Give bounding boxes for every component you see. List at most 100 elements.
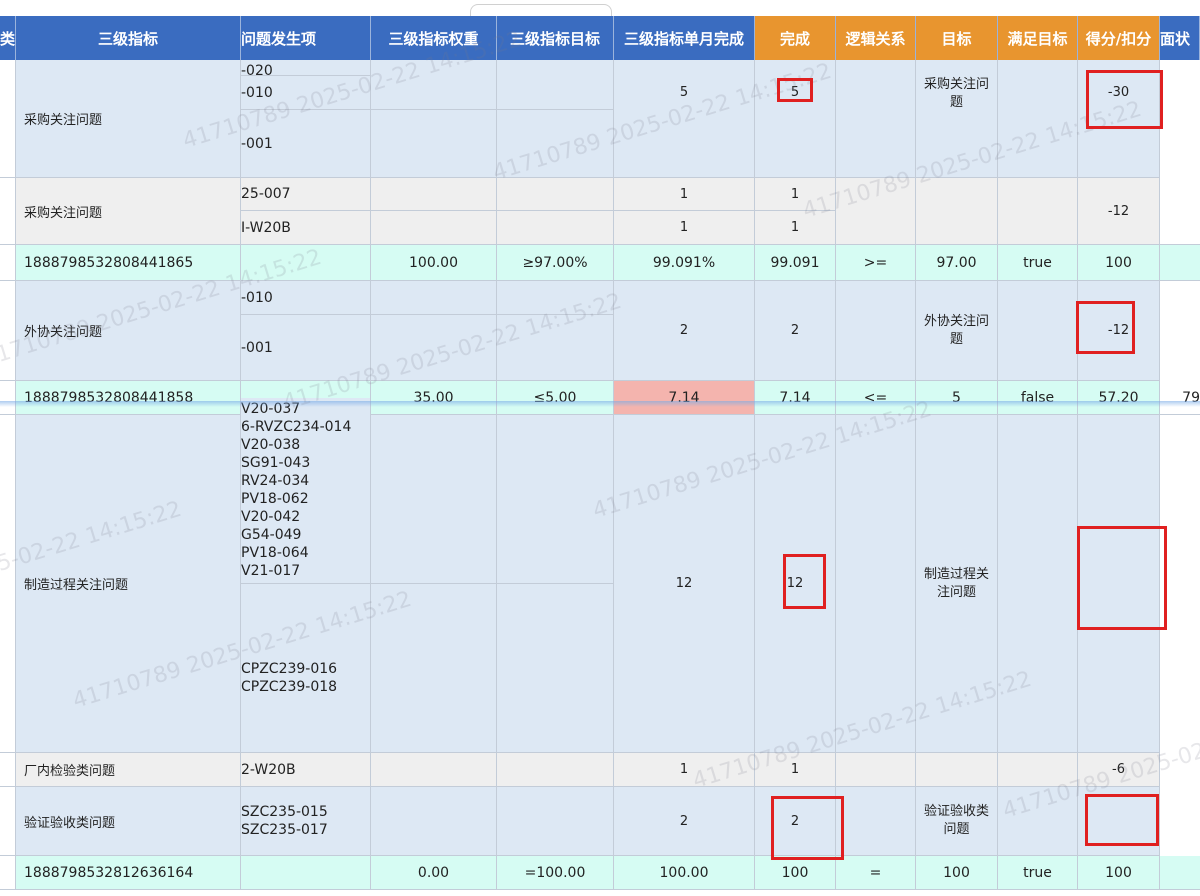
completion-cell[interactable]: 99.091	[755, 245, 836, 281]
meets-cell[interactable]: true	[998, 245, 1078, 281]
completion-cell[interactable]: 1	[755, 753, 836, 787]
issue-item-cell[interactable]: -001	[241, 110, 371, 178]
score-cell[interactable]: 100	[1078, 856, 1160, 890]
target-cell[interactable]: 97.00	[916, 245, 998, 281]
goal-cell[interactable]	[497, 584, 614, 753]
completion-cell[interactable]: 1	[755, 211, 836, 245]
indicator-cell[interactable]: 采购关注问题	[16, 60, 241, 178]
issue-item-cell[interactable]: -010	[241, 281, 371, 315]
weight-cell[interactable]	[371, 415, 497, 584]
completion-cell[interactable]: 1	[755, 178, 836, 211]
issue-item-cell[interactable]: 25-007	[241, 178, 371, 211]
goal-cell[interactable]	[497, 315, 614, 381]
goal-cell[interactable]	[497, 415, 614, 584]
target-cell[interactable]: 外协关注问题	[916, 281, 998, 381]
monthly-cell[interactable]: 99.091%	[614, 245, 755, 281]
indicator-cell[interactable]: 验证验收类问题	[16, 787, 241, 856]
extra-cell[interactable]: 79	[1160, 381, 1200, 415]
weight-cell[interactable]: 0.00	[371, 856, 497, 890]
header-completion[interactable]: 完成	[755, 16, 836, 60]
goal-cell[interactable]	[497, 787, 614, 856]
score-cell[interactable]	[1078, 415, 1160, 753]
header-logic[interactable]: 逻辑关系	[836, 16, 916, 60]
indicator-cell[interactable]: 采购关注问题	[16, 178, 241, 245]
meets-cell[interactable]	[998, 787, 1078, 856]
score-cell[interactable]: -6	[1078, 753, 1160, 787]
issue-item-cell[interactable]	[241, 856, 371, 890]
score-cell[interactable]: -12	[1078, 281, 1160, 381]
issue-item-cell[interactable]: I-W20B	[241, 211, 371, 245]
issue-item-cell[interactable]: -020	[241, 60, 371, 76]
meets-cell[interactable]	[998, 178, 1078, 245]
logic-cell[interactable]	[836, 178, 916, 245]
completion-cell[interactable]: 2	[755, 787, 836, 856]
weight-cell[interactable]	[371, 60, 497, 110]
weight-cell[interactable]	[371, 281, 497, 315]
target-cell[interactable]	[916, 178, 998, 245]
completion-cell[interactable]: 100	[755, 856, 836, 890]
meets-cell[interactable]	[998, 281, 1078, 381]
meets-cell[interactable]	[998, 415, 1078, 753]
logic-cell[interactable]	[836, 60, 916, 178]
header-target[interactable]: 目标	[916, 16, 998, 60]
completion-cell[interactable]: 5	[755, 60, 836, 178]
score-cell[interactable]: -12	[1078, 178, 1160, 245]
goal-cell[interactable]: ≤5.00	[497, 381, 614, 415]
target-cell[interactable]: 5	[916, 381, 998, 415]
goal-cell[interactable]: ≥97.00%	[497, 245, 614, 281]
issue-item-cell[interactable]	[241, 245, 371, 281]
weight-cell[interactable]	[371, 753, 497, 787]
monthly-cell[interactable]: 5	[614, 60, 755, 178]
header-goal[interactable]: 三级指标目标	[497, 16, 614, 60]
goal-cell[interactable]: =100.00	[497, 856, 614, 890]
issue-item-list[interactable]: CPZC239-016 CPZC239-018	[241, 584, 371, 753]
monthly-cell[interactable]: 12	[614, 415, 755, 753]
goal-cell[interactable]	[497, 60, 614, 110]
indicator-cell[interactable]: 外协关注问题	[16, 281, 241, 381]
weight-cell[interactable]	[371, 110, 497, 178]
monthly-cell[interactable]: 2	[614, 787, 755, 856]
header-category[interactable]: 类	[0, 16, 16, 60]
logic-cell[interactable]	[836, 753, 916, 787]
meets-cell[interactable]	[998, 60, 1078, 178]
indicator-cell[interactable]: 厂内检验类问题	[16, 753, 241, 787]
monthly-cell[interactable]: 100.00	[614, 856, 755, 890]
weight-cell[interactable]	[371, 584, 497, 753]
logic-cell[interactable]	[836, 281, 916, 381]
issue-item-cell[interactable]: 2-W20B	[241, 753, 371, 787]
indicator-id-cell[interactable]: 1888798532812636164	[16, 856, 241, 890]
target-cell[interactable]: 采购关注问题	[916, 60, 998, 178]
monthly-cell[interactable]: 2	[614, 281, 755, 381]
target-cell[interactable]: 100	[916, 856, 998, 890]
weight-cell[interactable]: 100.00	[371, 245, 497, 281]
target-cell[interactable]: 验证验收类问题	[916, 787, 998, 856]
meets-cell[interactable]: false	[998, 381, 1078, 415]
weight-cell[interactable]	[371, 315, 497, 381]
indicator-id-cell[interactable]: 1888798532808441865	[16, 245, 241, 281]
issue-item-list[interactable]: V20-037 6-RVZC234-014 V20-038 SG91-043 R…	[241, 398, 371, 584]
logic-cell[interactable]	[836, 787, 916, 856]
goal-cell[interactable]	[497, 110, 614, 178]
header-issue-item[interactable]: 问题发生项	[241, 16, 371, 60]
monthly-cell[interactable]: 1	[614, 753, 755, 787]
goal-cell[interactable]	[497, 281, 614, 315]
goal-cell[interactable]	[497, 211, 614, 245]
score-cell[interactable]: 57.20	[1078, 381, 1160, 415]
header-extra[interactable]: 面状	[1160, 16, 1200, 60]
target-cell[interactable]	[916, 753, 998, 787]
header-monthly-completion[interactable]: 三级指标单月完成	[614, 16, 755, 60]
issue-item-list[interactable]: SZC235-015 SZC235-017	[241, 787, 371, 856]
header-level3-indicator[interactable]: 三级指标	[16, 16, 241, 60]
weight-cell[interactable]	[371, 178, 497, 211]
score-cell[interactable]	[1078, 787, 1160, 856]
target-cell[interactable]: 制造过程关注问题	[916, 415, 998, 753]
issue-item-cell[interactable]: -001	[241, 315, 371, 381]
weight-cell[interactable]: 35.00	[371, 381, 497, 415]
logic-cell[interactable]: >=	[836, 245, 916, 281]
monthly-cell[interactable]: 1	[614, 211, 755, 245]
weight-cell[interactable]	[371, 787, 497, 856]
meets-cell[interactable]: true	[998, 856, 1078, 890]
completion-cell[interactable]: 7.14	[755, 381, 836, 415]
goal-cell[interactable]	[497, 753, 614, 787]
header-score[interactable]: 得分/扣分	[1078, 16, 1160, 60]
